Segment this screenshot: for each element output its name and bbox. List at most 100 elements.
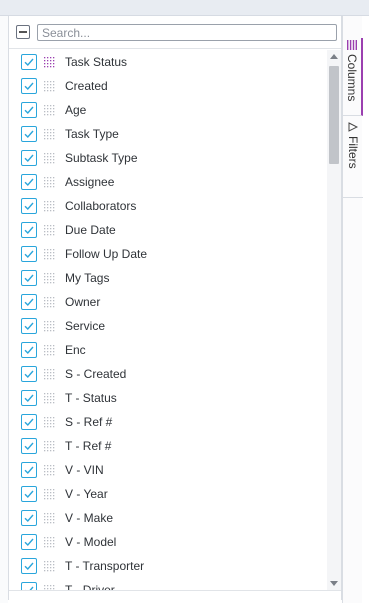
column-checkbox[interactable] xyxy=(21,270,37,286)
column-checkbox[interactable] xyxy=(21,222,37,238)
checkmark-icon xyxy=(24,58,34,67)
drag-handle-icon[interactable] xyxy=(44,153,56,164)
column-checkbox[interactable] xyxy=(21,486,37,502)
column-row[interactable]: S - Ref # xyxy=(9,410,327,434)
column-label: Task Status xyxy=(65,55,128,69)
columns-panel: Task Status Created Age Task Type Subtask Ty… xyxy=(8,16,342,600)
column-row[interactable]: Task Status xyxy=(9,50,327,74)
column-checkbox[interactable] xyxy=(21,174,37,190)
checkmark-icon xyxy=(24,370,34,379)
tab-columns[interactable]: Columns xyxy=(343,38,363,116)
tab-filters[interactable]: Filters xyxy=(343,120,363,198)
column-row[interactable]: Collaborators xyxy=(9,194,327,218)
column-checkbox[interactable] xyxy=(21,510,37,526)
column-row[interactable]: T - Ref # xyxy=(9,434,327,458)
column-label: Follow Up Date xyxy=(65,247,148,261)
column-row[interactable]: Subtask Type xyxy=(9,146,327,170)
drag-handle-icon[interactable] xyxy=(44,249,56,260)
drag-handle-icon[interactable] xyxy=(44,345,56,356)
drag-handle-icon[interactable] xyxy=(44,81,56,92)
column-checkbox[interactable] xyxy=(21,150,37,166)
column-checkbox[interactable] xyxy=(21,126,37,142)
column-checkbox[interactable] xyxy=(21,366,37,382)
column-checkbox[interactable] xyxy=(21,246,37,262)
drag-handle-icon[interactable] xyxy=(44,393,56,404)
column-row[interactable]: Service xyxy=(9,314,327,338)
column-label: V - Model xyxy=(65,535,117,549)
checkmark-icon xyxy=(24,130,34,139)
checkmark-icon xyxy=(24,298,34,307)
columns-icon xyxy=(347,40,357,50)
drag-handle-icon[interactable] xyxy=(44,513,56,524)
search-input[interactable] xyxy=(37,24,337,41)
drag-handle-icon[interactable] xyxy=(44,225,56,236)
column-row[interactable]: V - Year xyxy=(9,482,327,506)
column-checkbox[interactable] xyxy=(21,318,37,334)
column-row[interactable]: Enc xyxy=(9,338,327,362)
scrollbar-thumb[interactable] xyxy=(329,66,339,164)
column-label: Collaborators xyxy=(65,199,137,213)
column-row[interactable]: Owner xyxy=(9,290,327,314)
column-row[interactable]: V - Model xyxy=(9,530,327,554)
checkmark-icon xyxy=(24,202,34,211)
column-checkbox[interactable] xyxy=(21,78,37,94)
column-label: V - Year xyxy=(65,487,108,501)
column-label: S - Created xyxy=(65,367,127,381)
drag-handle-icon[interactable] xyxy=(44,369,56,380)
drag-handle-icon[interactable] xyxy=(44,57,56,68)
column-row[interactable]: T - Transporter xyxy=(9,554,327,578)
drag-handle-icon[interactable] xyxy=(44,273,56,284)
column-checkbox[interactable] xyxy=(21,294,37,310)
drag-handle-icon[interactable] xyxy=(44,129,56,140)
column-checkbox[interactable] xyxy=(21,102,37,118)
column-checkbox[interactable] xyxy=(21,54,37,70)
column-row[interactable]: Due Date xyxy=(9,218,327,242)
column-row[interactable]: V - Make xyxy=(9,506,327,530)
scroll-down-arrow-icon[interactable] xyxy=(330,581,338,586)
checkmark-icon xyxy=(24,250,34,259)
drag-handle-icon[interactable] xyxy=(44,489,56,500)
column-row[interactable]: Assignee xyxy=(9,170,327,194)
drag-handle-icon[interactable] xyxy=(44,201,56,212)
checkmark-icon xyxy=(24,418,34,427)
drag-handle-icon[interactable] xyxy=(44,321,56,332)
column-checkbox[interactable] xyxy=(21,534,37,550)
column-row[interactable]: Age xyxy=(9,98,327,122)
column-checkbox[interactable] xyxy=(21,582,37,590)
drag-handle-icon[interactable] xyxy=(44,561,56,572)
drag-handle-icon[interactable] xyxy=(44,465,56,476)
column-row[interactable]: S - Created xyxy=(9,362,327,386)
column-list: Task Status Created Age Task Type Subtask Ty… xyxy=(9,50,327,590)
column-row[interactable]: T - Status xyxy=(9,386,327,410)
column-row[interactable]: My Tags xyxy=(9,266,327,290)
checkmark-icon xyxy=(24,394,34,403)
scrollbar[interactable] xyxy=(327,50,341,590)
checkmark-icon xyxy=(24,82,34,91)
column-row[interactable]: Task Type xyxy=(9,122,327,146)
column-checkbox[interactable] xyxy=(21,558,37,574)
column-checkbox[interactable] xyxy=(21,390,37,406)
column-checkbox[interactable] xyxy=(21,462,37,478)
column-checkbox[interactable] xyxy=(21,342,37,358)
drag-handle-icon[interactable] xyxy=(44,417,56,428)
scroll-up-arrow-icon[interactable] xyxy=(330,54,338,59)
column-label: My Tags xyxy=(65,271,110,285)
select-all-checkbox[interactable] xyxy=(16,25,30,39)
side-bar: Columns Filters xyxy=(342,16,363,603)
drag-handle-icon[interactable] xyxy=(44,105,56,116)
column-label: S - Ref # xyxy=(65,415,113,429)
column-row[interactable]: Follow Up Date xyxy=(9,242,327,266)
drag-handle-icon[interactable] xyxy=(44,297,56,308)
drag-handle-icon[interactable] xyxy=(44,441,56,452)
column-row[interactable]: T - Driver xyxy=(9,578,327,590)
column-label: T - Status xyxy=(65,391,117,405)
column-checkbox[interactable] xyxy=(21,438,37,454)
column-checkbox[interactable] xyxy=(21,414,37,430)
checkmark-icon xyxy=(24,226,34,235)
drag-handle-icon[interactable] xyxy=(44,537,56,548)
column-label: Created xyxy=(65,79,108,93)
column-row[interactable]: Created xyxy=(9,74,327,98)
column-checkbox[interactable] xyxy=(21,198,37,214)
drag-handle-icon[interactable] xyxy=(44,177,56,188)
column-row[interactable]: V - VIN xyxy=(9,458,327,482)
